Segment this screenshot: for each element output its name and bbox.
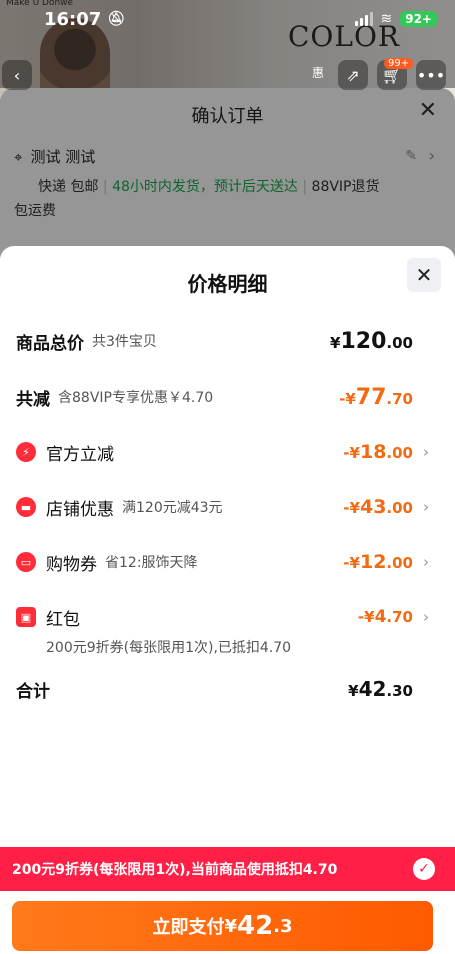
chevron-right-icon: ›: [423, 553, 429, 571]
close-icon: ✕: [415, 263, 433, 287]
pay-label: 立即支付: [152, 917, 225, 938]
status-time: 16:07: [44, 8, 102, 30]
chevron-right-icon: ›: [423, 608, 429, 626]
pay-amount-dec: .3: [273, 915, 293, 937]
row-label: 合计: [16, 681, 50, 702]
voucher-icon: ▭: [16, 552, 36, 572]
promo-text: 200元9折券(每张限用1次),当前商品使用抵扣4.70: [12, 862, 338, 878]
row-label: 店铺优惠: [46, 499, 114, 520]
row-amount: ¥42.30: [348, 677, 413, 701]
row-label: 官方立减: [46, 444, 114, 465]
row-subtotal: 商品总价 共3件宝贝 ¥120.00: [16, 326, 455, 356]
more-button[interactable]: •••: [416, 60, 446, 90]
price-detail-sheet: 价格明细 ✕ 商品总价 共3件宝贝 ¥120.00 共减 含88VIP专享优惠￥…: [0, 246, 455, 954]
store-icon: ▬: [16, 497, 36, 517]
pay-amount-int: 42: [236, 911, 274, 941]
row-total: 合计 ¥42.30: [16, 674, 455, 704]
mute-bell-icon: 🔕︎: [107, 11, 126, 27]
row-red-packet[interactable]: ▣ 红包 -¥4.70 ›: [16, 602, 455, 632]
row-label: 购物券: [46, 554, 97, 575]
close-button[interactable]: ✕: [407, 258, 441, 292]
chevron-left-icon: ‹: [13, 65, 21, 85]
pay-currency: ¥: [224, 915, 237, 937]
sheet-title: 价格明细: [187, 272, 268, 296]
row-amount: -¥77.70: [339, 384, 413, 410]
row-store-discount[interactable]: ▬ 店铺优惠 满120元减43元 -¥43.00 ›: [16, 492, 455, 522]
row-total-discount: 共减 含88VIP专享优惠￥4.70 -¥77.70: [16, 382, 455, 412]
row-label: 商品总价: [16, 333, 84, 354]
row-amount: -¥12.00: [343, 551, 413, 573]
status-icons: ≋ 92+: [354, 11, 437, 27]
row-amount: ¥120.00: [330, 328, 413, 354]
status-bar: 16:07 🔕︎ ≋ 92+: [0, 0, 455, 38]
row-sub: 含88VIP专享优惠￥4.70: [58, 390, 214, 406]
row-sub: 共3件宝贝: [92, 334, 157, 350]
red-packet-icon: ▣: [16, 607, 36, 627]
cart-count-badge: 99+: [384, 58, 414, 69]
row-sub: 省12:服饰天降: [105, 555, 198, 571]
chevron-right-icon: ›: [423, 443, 429, 461]
row-amount: -¥4.70: [357, 607, 413, 627]
product-top-actions: ‹ 惠 ⇗ 🛒︎ 99+ •••: [0, 58, 455, 90]
row-shopping-voucher[interactable]: ▭ 购物券 省12:服饰天降 -¥12.00 ›: [16, 547, 455, 577]
pay-now-button[interactable]: 立即支付 ¥ 42 .3: [12, 901, 433, 951]
coupon-promo-bar[interactable]: 200元9折券(每张限用1次),当前商品使用抵扣4.70 ✓: [0, 847, 455, 891]
row-sub: 满120元减43元: [122, 500, 223, 516]
wifi-icon: ≋: [380, 11, 393, 27]
share-icon: ⇗: [346, 65, 360, 85]
status-time-group: 16:07 🔕︎: [44, 9, 125, 30]
row-label: 红包: [46, 609, 80, 630]
back-button[interactable]: ‹: [2, 60, 32, 90]
share-button[interactable]: ⇗: [338, 60, 368, 90]
checkmark-icon[interactable]: ✓: [413, 858, 435, 880]
red-packet-desc: 200元9折券(每张限用1次),已抵扣4.70: [46, 640, 292, 656]
more-icon: •••: [416, 65, 446, 85]
row-official-discount[interactable]: ⚡︎ 官方立减 -¥18.00 ›: [16, 437, 455, 467]
battery-indicator: 92+: [400, 11, 437, 27]
cellular-signal-icon: [354, 12, 373, 26]
row-label: 共减: [16, 389, 50, 410]
row-amount: -¥43.00: [343, 496, 413, 518]
row-amount: -¥18.00: [343, 441, 413, 463]
lightning-icon: ⚡︎: [16, 442, 36, 462]
chevron-right-icon: ›: [423, 498, 429, 516]
discount-label: 惠: [312, 66, 325, 80]
